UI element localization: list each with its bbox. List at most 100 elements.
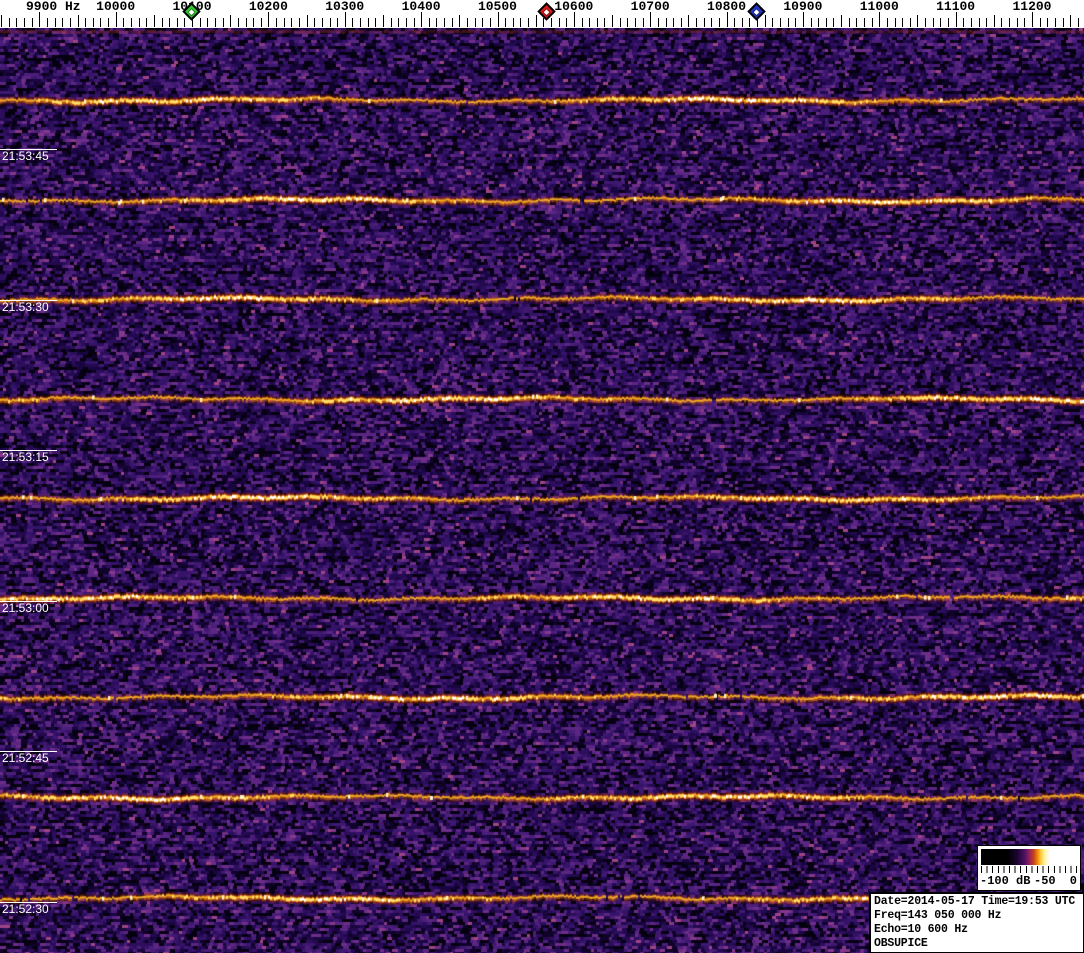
frequency-tick [123, 18, 125, 27]
frequency-tick [360, 18, 361, 27]
frequency-tick [268, 12, 270, 27]
frequency-tick [451, 18, 453, 27]
frequency-tick [253, 18, 255, 27]
frequency-tick [749, 18, 751, 27]
frequency-tick [54, 18, 56, 27]
frequency-tick [657, 18, 659, 27]
frequency-tick [642, 18, 644, 27]
frequency-tick [558, 18, 560, 27]
frequency-tick [489, 18, 491, 27]
frequency-tick [978, 18, 980, 27]
frequency-tick [77, 15, 79, 27]
time-label-text: 21:52:30 [2, 902, 49, 916]
frequency-tick [940, 18, 942, 27]
info-echo: Echo=10 600 Hz [874, 923, 968, 936]
frequency-tick [39, 12, 41, 27]
time-label-text: 21:53:00 [2, 601, 49, 615]
frequency-tick [787, 18, 789, 27]
frequency-tick [398, 18, 400, 27]
frequency-tick [841, 15, 843, 27]
frequency-tick [795, 18, 797, 27]
frequency-tick [100, 18, 102, 27]
frequency-tick [222, 18, 224, 27]
frequency-ruler[interactable]: 9900 Hz100001010010200103001040010500106… [0, 0, 1084, 28]
frequency-tick [46, 18, 48, 27]
frequency-tick [871, 18, 873, 27]
frequency-tick [902, 18, 904, 27]
frequency-tick [673, 18, 675, 27]
frequency-tick [444, 18, 445, 27]
frequency-tick [925, 18, 927, 27]
frequency-tick [848, 18, 850, 27]
frequency-tick [627, 18, 629, 27]
frequency-tick [573, 12, 575, 27]
frequency-tick [718, 18, 720, 27]
frequency-tick [963, 18, 965, 27]
frequency-tick [214, 18, 216, 27]
frequency-tick [726, 12, 728, 27]
red-marker[interactable] [537, 2, 556, 21]
frequency-tick [85, 18, 87, 27]
frequency-tick-label: 10000 [96, 0, 136, 14]
frequency-tick [955, 12, 957, 27]
frequency-tick [856, 18, 858, 27]
frequency-tick [1070, 15, 1072, 27]
frequency-tick-label: 10700 [630, 0, 670, 14]
frequency-tick [474, 18, 476, 27]
frequency-tick [382, 15, 384, 27]
colorbar-label-max: 0 [1069, 874, 1077, 888]
frequency-tick [146, 18, 148, 27]
frequency-tick [390, 18, 392, 27]
frequency-tick [321, 18, 323, 27]
frequency-tick [886, 18, 888, 27]
frequency-tick [680, 18, 682, 27]
frequency-tick-label: 10900 [783, 0, 823, 14]
frequency-tick [459, 15, 461, 27]
frequency-tick [764, 15, 766, 27]
frequency-tick [986, 18, 988, 27]
frequency-tick [482, 18, 484, 27]
frequency-tick-label: 9900 Hz [25, 0, 81, 14]
frequency-tick [696, 18, 697, 27]
frequency-tick [344, 12, 346, 27]
spectrogram-canvas[interactable] [0, 28, 1084, 953]
frequency-tick [650, 12, 652, 27]
frequency-tick [825, 18, 827, 27]
time-label-text: 21:53:30 [2, 300, 49, 314]
waterfall-window: 9900 Hz100001010010200103001040010500106… [0, 0, 1084, 953]
frequency-tick [276, 18, 277, 27]
frequency-tick [153, 15, 155, 27]
frequency-tick [818, 18, 820, 27]
frequency-tick-label: 11100 [936, 0, 976, 14]
frequency-tick [283, 18, 285, 27]
frequency-tick [16, 18, 18, 27]
frequency-tick [581, 18, 583, 27]
frequency-tick [833, 18, 835, 27]
frequency-tick [520, 18, 522, 27]
frequency-tick [734, 18, 736, 27]
frequency-tick [31, 18, 33, 27]
frequency-tick [436, 18, 438, 27]
frequency-tick [948, 18, 949, 27]
frequency-tick [993, 15, 995, 27]
info-station: OBSUPICE [874, 937, 928, 950]
frequency-tick [810, 18, 812, 27]
frequency-tick [596, 18, 598, 27]
frequency-tick [634, 18, 636, 27]
frequency-tick-label: 11200 [1012, 0, 1052, 14]
observation-info-box: Date=2014-05-17 Time=19:53 UTC Freq=143 … [869, 892, 1084, 953]
frequency-tick [1, 15, 3, 27]
frequency-tick [329, 18, 331, 27]
frequency-tick [352, 18, 354, 27]
frequency-tick [306, 15, 308, 27]
frequency-tick [543, 18, 545, 27]
frequency-tick [169, 18, 171, 27]
frequency-tick [314, 18, 316, 27]
red-marker-core [543, 9, 550, 16]
frequency-tick-label: 10400 [401, 0, 441, 14]
frequency-tick [566, 18, 568, 27]
time-label-text: 21:52:45 [2, 751, 49, 765]
frequency-tick [237, 18, 239, 27]
frequency-tick [604, 18, 606, 27]
frequency-tick [1024, 18, 1026, 27]
